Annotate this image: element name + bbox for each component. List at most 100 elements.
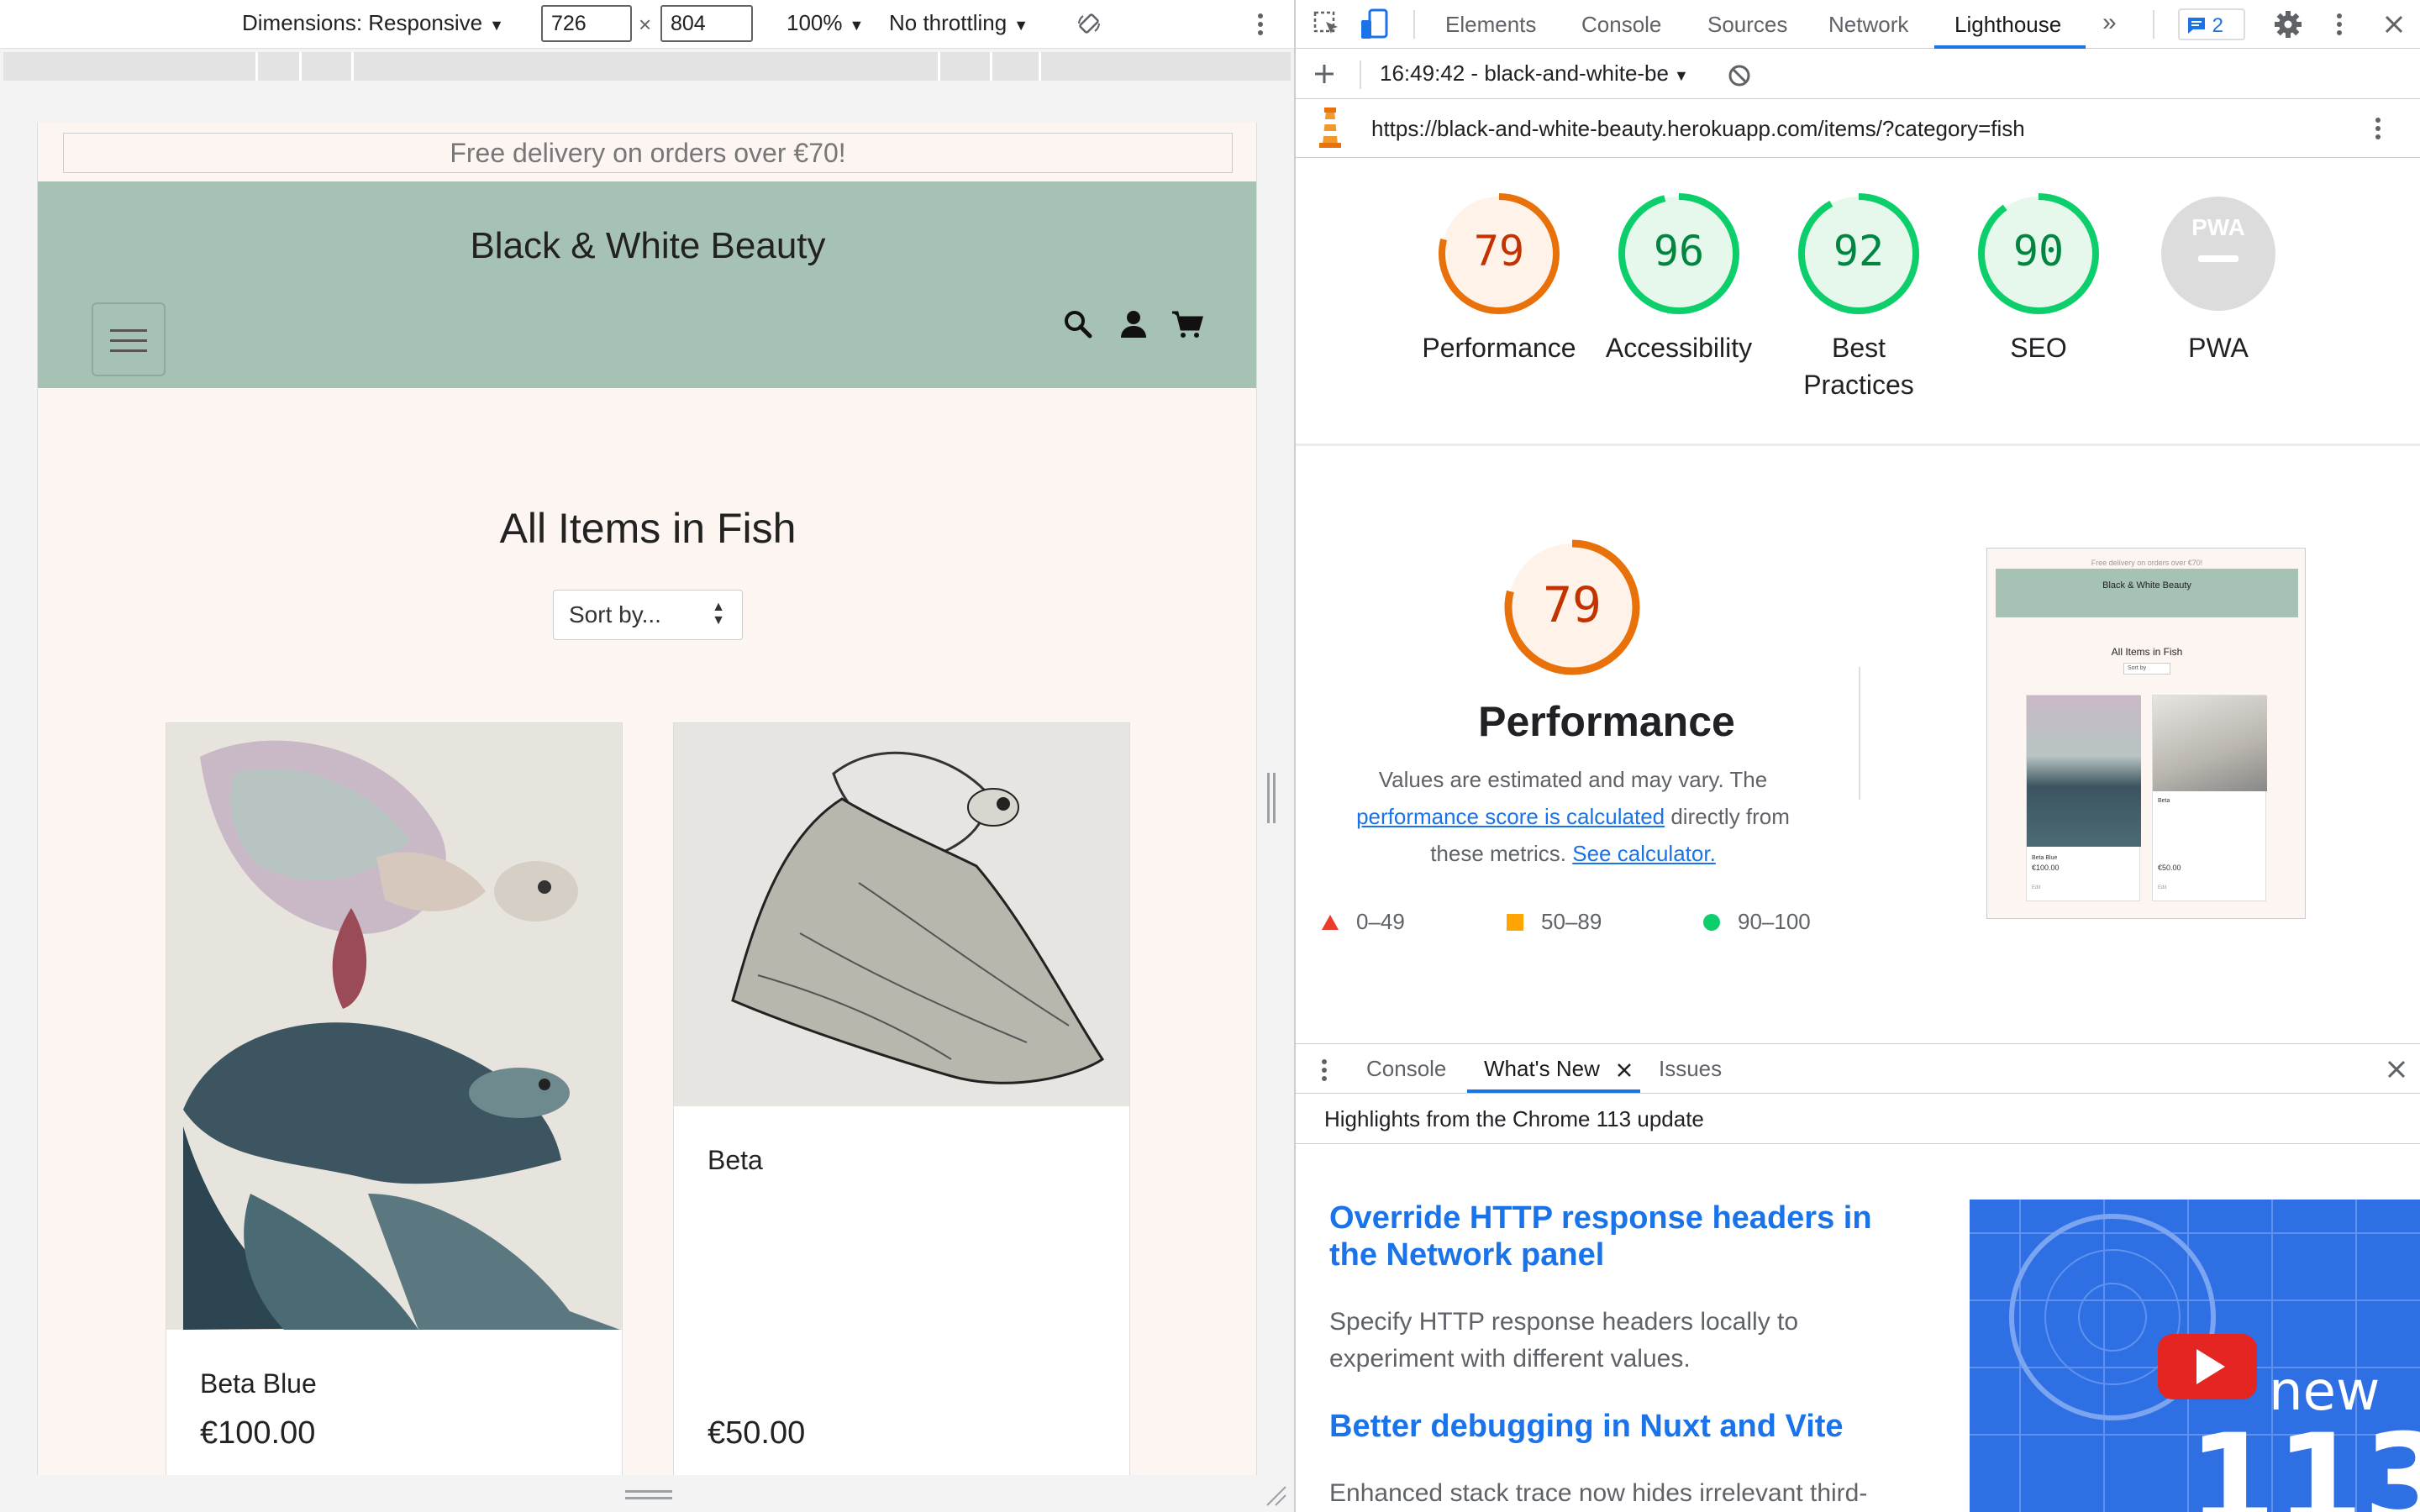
width-input[interactable]: 726 <box>541 5 632 42</box>
score-gauge[interactable]: PWA <box>2156 192 2281 316</box>
zoom-dropdown[interactable]: 100% ▼ <box>786 10 864 36</box>
gauge-score: 79 <box>1474 227 1524 276</box>
thumb-p1-edit: Edit <box>2032 885 2041 890</box>
product-image[interactable] <box>166 723 622 1330</box>
see-calculator-link[interactable]: See calculator. <box>1572 841 1716 866</box>
report-label: 16:49:42 - black-and-white-be <box>1380 60 1669 86</box>
drawer-tab-issues[interactable]: Issues <box>1659 1056 1722 1082</box>
clear-reports-icon[interactable] <box>1728 64 1751 87</box>
delivery-banner: Free delivery on orders over €70! <box>63 133 1233 173</box>
pwa-dash <box>2198 255 2238 262</box>
performance-description: Values are estimated and may vary. The p… <box>1329 761 1817 872</box>
devtools-panel: Elements Console Sources Network Lightho… <box>1294 0 2420 1512</box>
issues-badge[interactable]: 2 <box>2178 8 2245 40</box>
thumb-p2-edit: Edit <box>2158 885 2167 890</box>
promo-version-text: 113 <box>2188 1408 2420 1512</box>
viewport-resize-handle-right[interactable] <box>1267 773 1276 823</box>
report-url[interactable]: https://black-and-white-beauty.herokuapp… <box>1371 116 2025 142</box>
product-price: €50.00 <box>708 1415 806 1451</box>
site-header: Black & White Beauty <box>38 181 1256 388</box>
betta-fish-drawing <box>674 723 1129 1106</box>
throttling-dropdown[interactable]: No throttling ▼ <box>889 10 1028 36</box>
menu-toggle-button[interactable] <box>92 302 166 376</box>
device-toolbar-icon[interactable] <box>1360 8 1390 40</box>
cart-icon[interactable] <box>1171 307 1204 341</box>
corner-resize-icon[interactable] <box>1264 1483 1287 1507</box>
lighthouse-toolbar: 16:49:42 - black-and-white-be ▼ <box>1296 49 2420 99</box>
betta-fish-painting <box>166 723 622 1330</box>
add-report-icon[interactable] <box>1313 62 1336 86</box>
more-tabs-icon[interactable]: » <box>2102 8 2117 37</box>
zoom-label: 100% <box>786 10 843 35</box>
devtools-window: Dimensions: Responsive ▼ 726 × 804 100% ▼ … <box>0 0 2420 1512</box>
legend-average: 50–89 <box>1506 909 1602 935</box>
sort-select[interactable]: Sort by... ▲ ▼ <box>553 590 743 640</box>
drawer-tabbar: Console What's New Issues <box>1296 1043 2420 1094</box>
inspect-element-icon[interactable] <box>1313 10 1341 39</box>
product-card[interactable]: Beta Blue €100.00 <box>166 722 623 1475</box>
search-icon[interactable] <box>1061 307 1095 341</box>
height-input[interactable]: 804 <box>660 5 753 42</box>
media-query-bar[interactable] <box>3 52 1291 81</box>
device-emulation-pane: Dimensions: Responsive ▼ 726 × 804 100% ▼ … <box>0 0 1294 1512</box>
thumb-sort: Sort by <box>2123 663 2170 675</box>
settings-gear-icon[interactable] <box>2274 10 2302 39</box>
circle-icon <box>1703 914 1720 931</box>
active-drawer-tab-indicator <box>1467 1089 1640 1093</box>
close-tab-icon[interactable] <box>1617 1063 1632 1078</box>
dropdown-arrow-icon: ▼ <box>1673 67 1689 84</box>
account-icon[interactable] <box>1117 307 1150 341</box>
whats-new-item-title[interactable]: Better debugging in Nuxt and Vite <box>1329 1408 1918 1445</box>
tab-sources[interactable]: Sources <box>1707 12 1787 38</box>
close-drawer-icon[interactable] <box>2386 1059 2407 1079</box>
score-gauge[interactable]: 96 <box>1617 192 1741 316</box>
gauge-label: SEO <box>2010 333 2067 363</box>
chrome-update-video-thumbnail[interactable]: new 113 <box>1970 1200 2420 1512</box>
tab-console[interactable]: Console <box>1581 12 1661 38</box>
dimensions-dropdown[interactable]: Dimensions: Responsive ▼ <box>242 10 504 36</box>
product-card[interactable]: Beta €50.00 <box>673 722 1130 1475</box>
close-devtools-icon[interactable] <box>2383 13 2405 35</box>
score-gauge[interactable]: 92 <box>1797 192 1921 316</box>
legend-fail: 0–49 <box>1321 909 1405 935</box>
customize-menu-icon[interactable] <box>2334 12 2344 37</box>
drawer-tab-console[interactable]: Console <box>1366 1056 1446 1082</box>
report-url-bar: https://black-and-white-beauty.herokuapp… <box>1296 99 2420 158</box>
site-brand[interactable]: Black & White Beauty <box>38 225 1256 267</box>
vertical-divider <box>1859 667 1860 800</box>
thumb-p2-price: €50.00 <box>2158 864 2181 872</box>
devtools-tabbar: Elements Console Sources Network Lightho… <box>1296 0 2420 49</box>
viewport-resize-handle-bottom[interactable] <box>37 1475 1257 1512</box>
more-options-icon[interactable] <box>1255 12 1265 37</box>
product-price: €100.00 <box>200 1415 316 1451</box>
legend-fail-range: 0–49 <box>1356 909 1405 934</box>
page-screenshot-thumbnail[interactable]: Free delivery on orders over €70! Black … <box>1986 548 2306 919</box>
legend-pass-range: 90–100 <box>1738 909 1811 934</box>
whats-new-item-text: Specify HTTP response headers locally to… <box>1329 1308 1799 1373</box>
rotate-icon[interactable] <box>1076 10 1102 37</box>
performance-heading: Performance <box>1478 698 1735 745</box>
sort-label: Sort by... <box>569 601 661 627</box>
tab-network[interactable]: Network <box>1828 12 1908 38</box>
score-gauge[interactable]: 90 <box>1976 192 2101 316</box>
website-viewport: Free delivery on orders over €70! Black … <box>37 123 1257 1475</box>
whats-new-item-title[interactable]: Override HTTP response headers in the Ne… <box>1329 1200 1918 1273</box>
whats-new-item-text: Enhanced stack trace now hides irrelevan… <box>1329 1479 1868 1507</box>
section-divider <box>1296 444 2420 446</box>
product-image[interactable] <box>674 723 1129 1106</box>
report-selector[interactable]: 16:49:42 - black-and-white-be ▼ <box>1380 60 1689 87</box>
drawer-menu-icon[interactable] <box>1319 1058 1329 1083</box>
product-name[interactable]: Beta Blue <box>200 1368 317 1399</box>
tab-elements[interactable]: Elements <box>1445 12 1536 38</box>
gauge-score: 96 <box>1654 227 1704 276</box>
gauge-score: 79 <box>1543 576 1602 633</box>
score-calculated-link[interactable]: performance score is calculated <box>1356 804 1665 829</box>
score-gauge[interactable]: 79 <box>1437 192 1561 316</box>
drawer-tab-whats-new[interactable]: What's New <box>1484 1056 1600 1082</box>
sort-arrows-icon: ▲ ▼ <box>712 600 725 627</box>
page-title: All Items in Fish <box>499 505 797 552</box>
gauge-label: Accessibility <box>1605 333 1753 363</box>
report-menu-icon[interactable] <box>2373 116 2383 141</box>
tab-lighthouse[interactable]: Lighthouse <box>1954 12 2061 38</box>
product-name[interactable]: Beta <box>708 1145 763 1176</box>
